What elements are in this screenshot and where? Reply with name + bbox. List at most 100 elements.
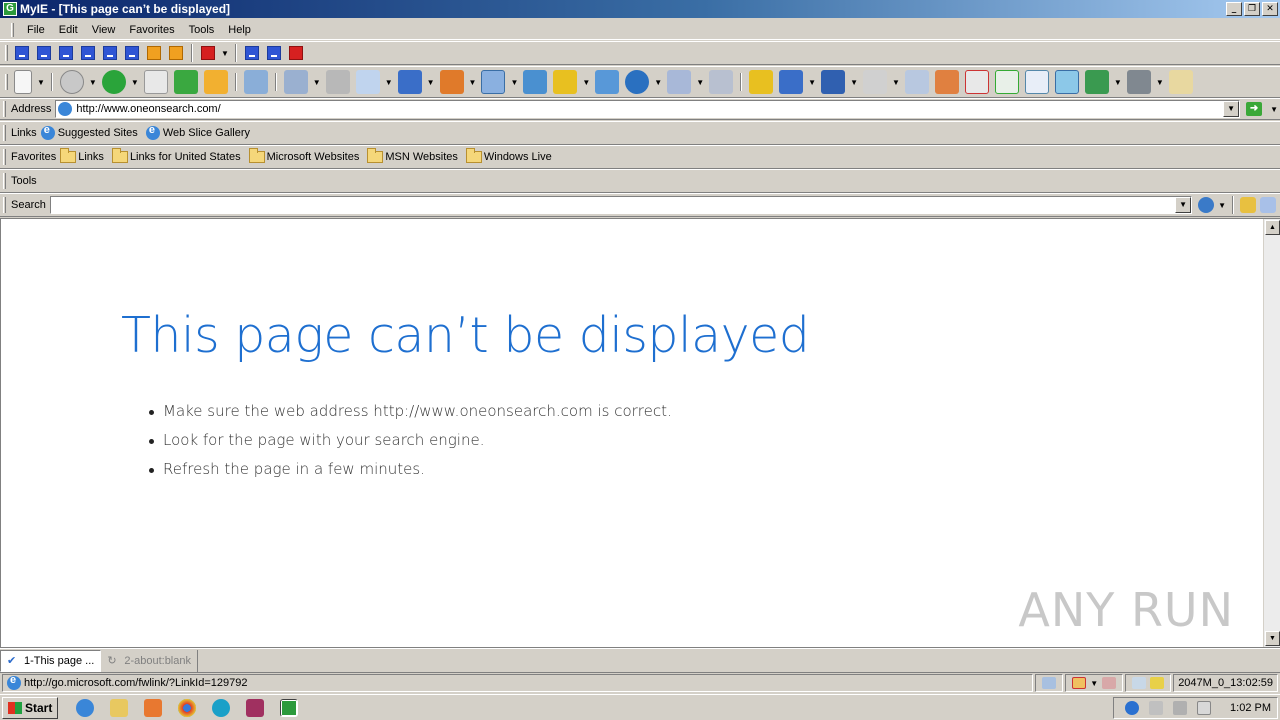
chevron-down-icon[interactable]: ▼ <box>696 78 704 87</box>
myie-taskbar-icon[interactable] <box>280 698 299 717</box>
close-tab-icon[interactable] <box>201 46 215 60</box>
explorer-icon[interactable] <box>110 698 129 717</box>
refresh-icon[interactable] <box>173 70 198 94</box>
favorite-folder-windows-live[interactable]: Windows Live <box>465 148 552 163</box>
link-web-slice-gallery[interactable]: Web Slice Gallery <box>145 124 250 140</box>
ie-icon[interactable] <box>76 698 95 717</box>
minimize-window-icon[interactable] <box>103 46 117 60</box>
minimize-icon[interactable] <box>244 46 259 60</box>
sidebar-icon[interactable] <box>1054 70 1079 94</box>
go-icon[interactable]: ➜ <box>1246 102 1263 116</box>
chevron-down-icon[interactable]: ▼ <box>510 78 518 87</box>
edge-icon[interactable] <box>212 698 231 717</box>
search-engine-icon[interactable] <box>1198 197 1215 213</box>
chart-icon[interactable] <box>523 70 548 94</box>
find-icon[interactable] <box>1024 70 1049 94</box>
chevron-down-icon[interactable]: ▼ <box>1156 78 1164 87</box>
chevron-down-icon[interactable]: ▼ <box>131 78 139 87</box>
chevron-down-icon[interactable]: ▼ <box>654 78 662 87</box>
home-icon[interactable] <box>203 70 228 94</box>
winrar-icon[interactable] <box>246 698 265 717</box>
forward-icon[interactable] <box>101 70 126 94</box>
back-icon[interactable] <box>59 70 84 94</box>
close-icon[interactable] <box>288 46 303 60</box>
open-folder-icon[interactable] <box>749 70 774 94</box>
security-icon[interactable] <box>1150 677 1165 689</box>
chevron-down-icon[interactable]: ▼ <box>1114 78 1122 87</box>
devices-icon[interactable] <box>1173 700 1188 715</box>
highlight-icon[interactable] <box>1240 197 1256 213</box>
history-icon[interactable] <box>283 70 308 94</box>
package-icon[interactable] <box>667 70 692 94</box>
toolbar-grip[interactable] <box>3 197 6 213</box>
prev-tab-icon[interactable] <box>147 46 161 60</box>
toolbar-grip[interactable] <box>3 173 6 189</box>
toolbar-grip[interactable] <box>5 74 8 90</box>
network-icon[interactable] <box>1125 700 1140 715</box>
tools-label[interactable]: Tools <box>9 175 41 187</box>
favorite-folder-microsoft[interactable]: Microsoft Websites <box>248 148 359 163</box>
edit-icon[interactable] <box>934 70 959 94</box>
scroll-down-icon[interactable]: ▼ <box>1265 631 1280 646</box>
restore-icon[interactable] <box>266 46 281 60</box>
copy-icon[interactable] <box>904 70 929 94</box>
new-page-icon[interactable] <box>14 70 32 94</box>
close-doc-icon[interactable] <box>964 70 989 94</box>
link-suggested-sites[interactable]: Suggested Sites <box>40 124 138 140</box>
chevron-down-icon[interactable]: ▼ <box>1270 105 1278 114</box>
tab-2[interactable]: ↻ 2-about:blank <box>101 649 198 672</box>
chrome-icon[interactable] <box>178 698 197 717</box>
cleaner-icon[interactable] <box>1126 70 1151 94</box>
clock[interactable]: 1:02 PM <box>1230 702 1271 714</box>
chevron-down-icon[interactable]: ▼ <box>385 78 393 87</box>
start-button[interactable]: Start <box>2 696 59 719</box>
clipboard-icon[interactable] <box>1168 70 1193 94</box>
print-icon[interactable] <box>325 70 350 94</box>
toolbar-grip[interactable] <box>3 125 6 141</box>
toolbar-grip[interactable] <box>3 101 6 117</box>
minimize-button[interactable]: _ <box>1226 2 1242 16</box>
favorite-folder-links-us[interactable]: Links for United States <box>111 148 241 163</box>
minimize-window-icon[interactable] <box>81 46 95 60</box>
chevron-down-icon[interactable]: ▼ <box>850 78 858 87</box>
chevron-down-icon[interactable]: ▼ <box>221 49 229 58</box>
chevron-down-icon[interactable]: ▼ <box>1175 197 1192 213</box>
stop-icon[interactable] <box>143 70 168 94</box>
favorite-folder-msn[interactable]: MSN Websites <box>367 148 458 163</box>
scroll-up-icon[interactable]: ▲ <box>1265 220 1280 235</box>
encoding-icon[interactable] <box>439 70 464 94</box>
save-icon[interactable] <box>821 70 846 94</box>
font-size-icon[interactable] <box>397 70 422 94</box>
window-icon[interactable] <box>595 70 620 94</box>
media-player-icon[interactable] <box>144 698 163 717</box>
chevron-down-icon[interactable]: ▼ <box>1090 679 1098 688</box>
chevron-down-icon[interactable]: ▼ <box>1223 101 1240 117</box>
toolbar-grip[interactable] <box>3 149 6 165</box>
minimize-window-icon[interactable] <box>37 46 51 60</box>
menu-edit[interactable]: Edit <box>52 24 85 36</box>
toolbar-grip[interactable] <box>11 22 14 37</box>
vertical-scrollbar[interactable]: ▲ ▼ <box>1263 219 1280 647</box>
chevron-down-icon[interactable]: ▼ <box>469 78 477 87</box>
menu-tools[interactable]: Tools <box>182 24 222 36</box>
minimize-window-icon[interactable] <box>125 46 139 60</box>
tab-1[interactable]: ✔ 1-This page ... <box>0 649 102 672</box>
window-list-icon[interactable] <box>1132 677 1147 689</box>
chevron-down-icon[interactable]: ▼ <box>808 78 816 87</box>
restore-button[interactable]: ❐ <box>1244 2 1260 16</box>
undo-icon[interactable] <box>862 70 887 94</box>
chevron-down-icon[interactable]: ▼ <box>89 78 97 87</box>
favorite-folder-links[interactable]: Links <box>60 148 104 163</box>
toolbar-grip[interactable] <box>5 45 8 61</box>
flag-icon[interactable] <box>1197 700 1212 715</box>
menu-help[interactable]: Help <box>221 24 258 36</box>
menu-file[interactable]: File <box>20 24 52 36</box>
volume-icon[interactable] <box>1149 700 1164 715</box>
edit-page-icon[interactable] <box>1042 677 1057 689</box>
next-tab-icon[interactable] <box>169 46 183 60</box>
menu-favorites[interactable]: Favorites <box>122 24 181 36</box>
reload-doc-icon[interactable] <box>994 70 1019 94</box>
chevron-down-icon[interactable]: ▼ <box>427 78 435 87</box>
mail-icon[interactable] <box>355 70 380 94</box>
utility-icon[interactable] <box>1084 70 1109 94</box>
